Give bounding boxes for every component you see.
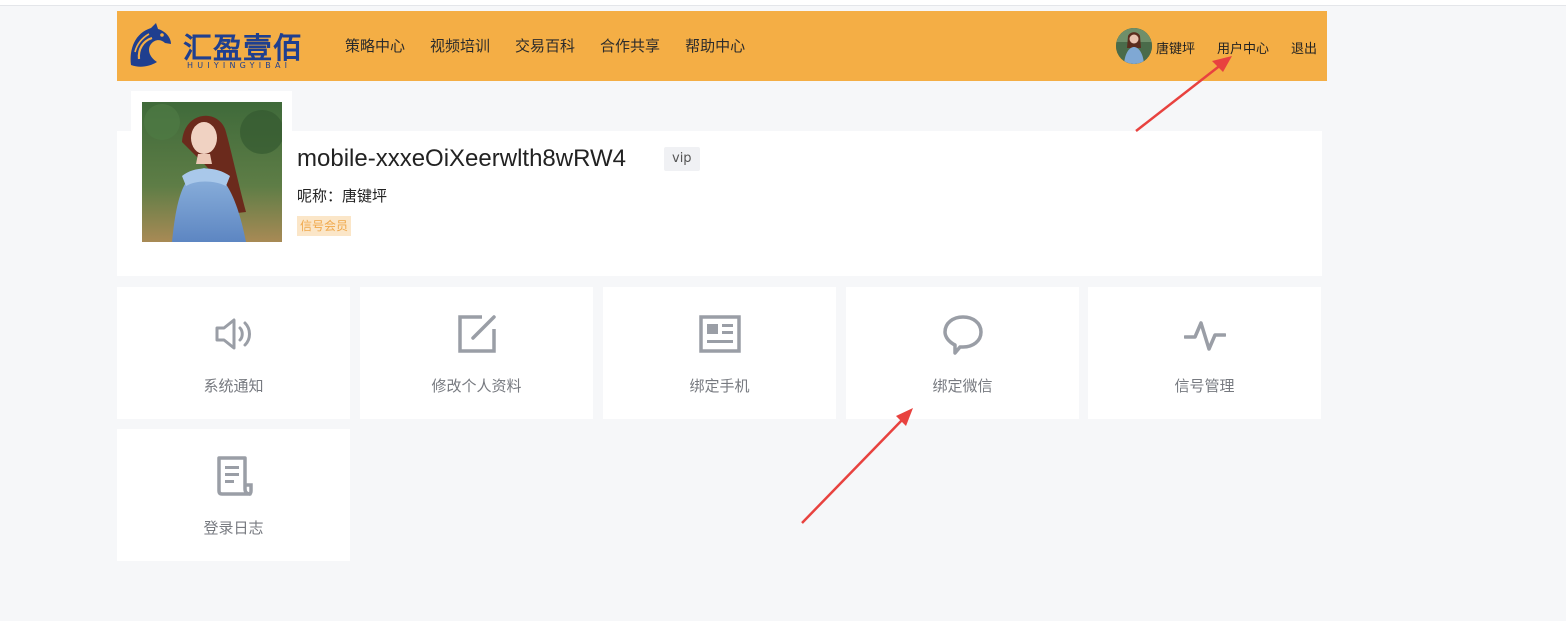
nickname-row: 呢称：唐键坪 (297, 185, 387, 206)
speaker-icon (215, 318, 251, 350)
browser-top-strip (0, 0, 1566, 6)
nickname-label: 呢称： (297, 187, 343, 205)
top-navbar: 汇盈壹佰 HUIYINGYIBAI 策略中心 视频培训 交易百科 合作共享 帮助… (117, 11, 1327, 81)
member-type-badge: 信号会员 (297, 216, 352, 236)
edit-icon (458, 315, 496, 353)
arrow-to-bind-wechat (801, 408, 913, 524)
account-name: mobile-xxxeOiXeerwlth8wRW4 (297, 145, 626, 172)
log-document-icon (217, 456, 253, 496)
newspaper-icon (699, 315, 741, 353)
tile-edit-profile[interactable]: 修改个人资料 (360, 287, 593, 419)
nav-item-video-training[interactable]: 视频培训 (430, 11, 490, 81)
nav-item-cooperation[interactable]: 合作共享 (600, 11, 660, 81)
nav-item-trading-wiki[interactable]: 交易百科 (515, 11, 575, 81)
tile-label: 绑定手机 (689, 377, 750, 395)
header-username: 唐键坪 (1156, 42, 1196, 57)
profile-avatar[interactable] (142, 102, 282, 242)
horse-logo-icon (130, 23, 171, 67)
tile-label: 系统通知 (203, 377, 264, 395)
tile-label: 修改个人资料 (431, 377, 522, 395)
tile-bind-wechat[interactable]: 绑定微信 (846, 287, 1079, 419)
tile-label: 绑定微信 (932, 377, 993, 395)
tile-bind-phone[interactable]: 绑定手机 (603, 287, 836, 419)
main-nav: 策略中心 视频培训 交易百科 合作共享 帮助中心 (345, 11, 770, 81)
tile-label: 登录日志 (203, 519, 264, 537)
chat-bubble-icon (943, 315, 983, 355)
tile-label: 信号管理 (1174, 377, 1235, 395)
nickname-value: 唐键坪 (342, 187, 388, 205)
nav-item-help[interactable]: 帮助中心 (685, 11, 745, 81)
site-logo[interactable]: 汇盈壹佰 HUIYINGYIBAI (125, 19, 302, 75)
tile-system-notice[interactable]: 系统通知 (117, 287, 350, 419)
pulse-icon (1184, 321, 1226, 351)
header-avatar[interactable] (1116, 28, 1152, 64)
logo-english-text: HUIYINGYIBAI (187, 61, 292, 70)
tile-signal-management[interactable]: 信号管理 (1088, 287, 1321, 419)
nav-item-strategy[interactable]: 策略中心 (345, 11, 405, 81)
user-center-link[interactable]: 用户中心 (1217, 38, 1269, 57)
vip-badge: vip (664, 147, 700, 171)
logout-link[interactable]: 退出 (1291, 38, 1317, 57)
tile-login-log[interactable]: 登录日志 (117, 429, 350, 561)
